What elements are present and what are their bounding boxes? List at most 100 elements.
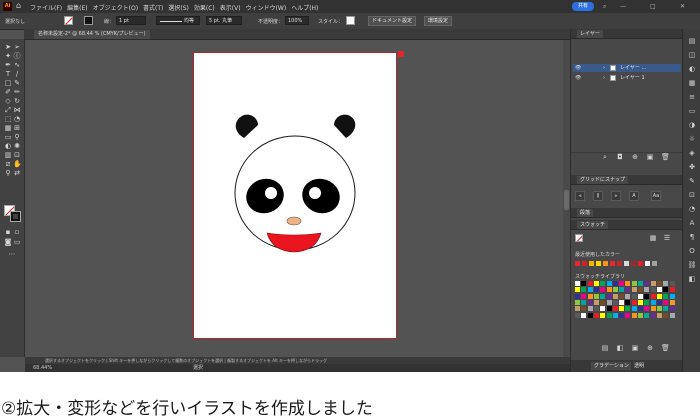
swatch-cell[interactable] — [625, 299, 631, 305]
swatch-cell[interactable] — [638, 287, 643, 293]
swatch-cell[interactable] — [581, 293, 587, 299]
gradient-tool-icon[interactable]: ▭ — [4, 134, 12, 141]
swatch-cell[interactable] — [612, 312, 618, 318]
swatch-cell[interactable] — [587, 312, 593, 318]
swatch-cell[interactable] — [638, 281, 643, 286]
swatch-cell[interactable] — [575, 299, 580, 305]
screen-mode-icon[interactable]: ▭ — [13, 239, 21, 246]
shape-builder-tool-icon[interactable]: ◔ — [13, 116, 21, 123]
swatch-cell[interactable] — [644, 299, 650, 305]
swatch-cell[interactable] — [644, 312, 650, 318]
swatches-panel-title[interactable]: スウォッチ — [577, 221, 609, 229]
swatch-cell[interactable] — [619, 312, 625, 318]
slice-tool-icon[interactable]: ⧄ — [4, 161, 12, 168]
graphic-styles-icon[interactable]: ◈ — [687, 149, 697, 157]
swatch-cell[interactable] — [650, 281, 656, 286]
libraries-icon[interactable]: ◫ — [687, 51, 697, 59]
new-sublayer-icon[interactable]: ⊕ — [631, 154, 639, 161]
grid-view-icon[interactable]: ▦ — [649, 235, 657, 242]
swatch-cell[interactable] — [612, 281, 618, 286]
hand-tool-icon[interactable]: ✋ — [13, 161, 22, 168]
swatch-cell[interactable] — [644, 293, 650, 299]
stroke-weight-field[interactable]: 1 pt — [116, 16, 146, 25]
swatch-cell[interactable] — [663, 306, 669, 312]
transparency-tab[interactable]: 透明 — [631, 362, 648, 370]
gradient-mode-icon[interactable]: ▫ — [13, 229, 21, 236]
text-aa-icon[interactable]: Aa — [651, 191, 661, 201]
panda-illustration[interactable] — [194, 53, 396, 338]
delete-layer-icon[interactable]: 🗑 — [661, 154, 670, 161]
new-swatch-icon[interactable]: ⊕ — [646, 345, 654, 352]
swatch-cell[interactable] — [593, 293, 599, 299]
swatch-cell[interactable] — [650, 312, 656, 318]
gradient-icon[interactable]: ▭ — [687, 107, 697, 115]
swatch-cell[interactable] — [581, 312, 587, 318]
transform-icon[interactable]: ⊡ — [687, 191, 697, 199]
expand-arrow-icon[interactable]: › — [603, 64, 605, 72]
swatch-cell[interactable] — [612, 306, 618, 312]
clip-mask-icon[interactable]: ◘ — [616, 154, 624, 161]
stroke-swatch[interactable] — [84, 16, 93, 25]
swatch-cell[interactable] — [669, 312, 675, 318]
recent-color-swatch[interactable] — [624, 261, 629, 266]
artboard-tool-icon[interactable]: ⊡ — [13, 152, 21, 159]
swatch-cell[interactable] — [593, 281, 599, 286]
perspective-grid-tool-icon[interactable]: ▦ — [4, 125, 12, 132]
recent-color-swatch[interactable] — [575, 261, 580, 266]
swatch-cell[interactable] — [638, 312, 643, 318]
swatch-cell[interactable] — [587, 293, 593, 299]
free-transform-tool-icon[interactable]: ⬚ — [4, 116, 12, 123]
visibility-eye-icon[interactable]: 👁 — [575, 64, 581, 72]
swatch-cell[interactable] — [631, 312, 637, 318]
mesh-tool-icon[interactable]: ⊞ — [13, 125, 21, 132]
swatch-cell[interactable] — [650, 306, 656, 312]
width-tool-icon[interactable]: ⋈ — [13, 107, 21, 114]
swatch-cell[interactable] — [619, 306, 625, 312]
align-panel-title[interactable]: グリッドにスナップ — [577, 176, 629, 184]
menu-help[interactable]: ヘルプ(H) — [291, 3, 318, 12]
swatch-cell[interactable] — [663, 299, 669, 305]
zoom-level[interactable]: 68.44% — [33, 364, 52, 372]
recent-color-swatch[interactable] — [589, 261, 594, 266]
swatch-cell[interactable] — [644, 287, 650, 293]
status-mode[interactable]: 選択 — [193, 364, 203, 372]
swatch-cell[interactable] — [669, 287, 675, 293]
swatch-cell[interactable] — [619, 287, 625, 293]
swatch-cell[interactable] — [638, 306, 643, 312]
swatch-library-icon[interactable]: ▤ — [601, 345, 609, 352]
swatch-cell[interactable] — [587, 299, 593, 305]
menu-view[interactable]: 表示(V) — [220, 3, 241, 12]
menu-type[interactable]: 書式(T) — [143, 3, 163, 12]
swatch-cell[interactable] — [625, 281, 631, 286]
color-icon[interactable]: ◐ — [687, 65, 697, 73]
swatch-cell[interactable] — [656, 299, 662, 305]
character-icon[interactable]: A — [687, 219, 697, 227]
swatch-cell[interactable] — [612, 287, 618, 293]
swatch-cell[interactable] — [600, 293, 606, 299]
swatch-cell[interactable] — [631, 293, 637, 299]
swatch-cell[interactable] — [631, 299, 637, 305]
swatch-fill-stroke-icon[interactable] — [575, 234, 583, 242]
close-icon[interactable]: ✕ — [680, 3, 685, 10]
swatch-cell[interactable] — [644, 306, 650, 312]
paragraph-panel-title[interactable]: 段落 — [577, 209, 594, 217]
pathfinder-icon[interactable]: ◔ — [687, 205, 697, 213]
swatch-cell[interactable] — [606, 299, 612, 305]
menu-select[interactable]: 選択(S) — [168, 3, 189, 12]
swatch-cell[interactable] — [612, 293, 618, 299]
draw-mode-icon[interactable]: ◙ — [4, 239, 12, 246]
scale-tool-icon[interactable]: ⤢ — [4, 107, 12, 114]
menu-object[interactable]: オブジェクト(O) — [93, 3, 138, 12]
opacity-field[interactable]: 100% — [285, 16, 309, 25]
swatch-cell[interactable] — [638, 299, 643, 305]
swatch-options-icon[interactable]: ◧ — [616, 345, 624, 352]
swatch-cell[interactable] — [625, 293, 631, 299]
lasso-tool-icon[interactable]: ⓛ — [13, 53, 21, 60]
menu-window[interactable]: ウィンドウ(W) — [246, 3, 287, 12]
magic-wand-tool-icon[interactable]: ✦ — [4, 53, 12, 60]
swatch-cell[interactable] — [606, 312, 612, 318]
paintbrush-tool-icon[interactable]: ✎ — [13, 80, 21, 87]
stroke-profile-select[interactable]: 均等 — [156, 16, 200, 25]
swatch-cell[interactable] — [581, 281, 587, 286]
preferences-button[interactable]: 環境設定 — [424, 16, 453, 26]
